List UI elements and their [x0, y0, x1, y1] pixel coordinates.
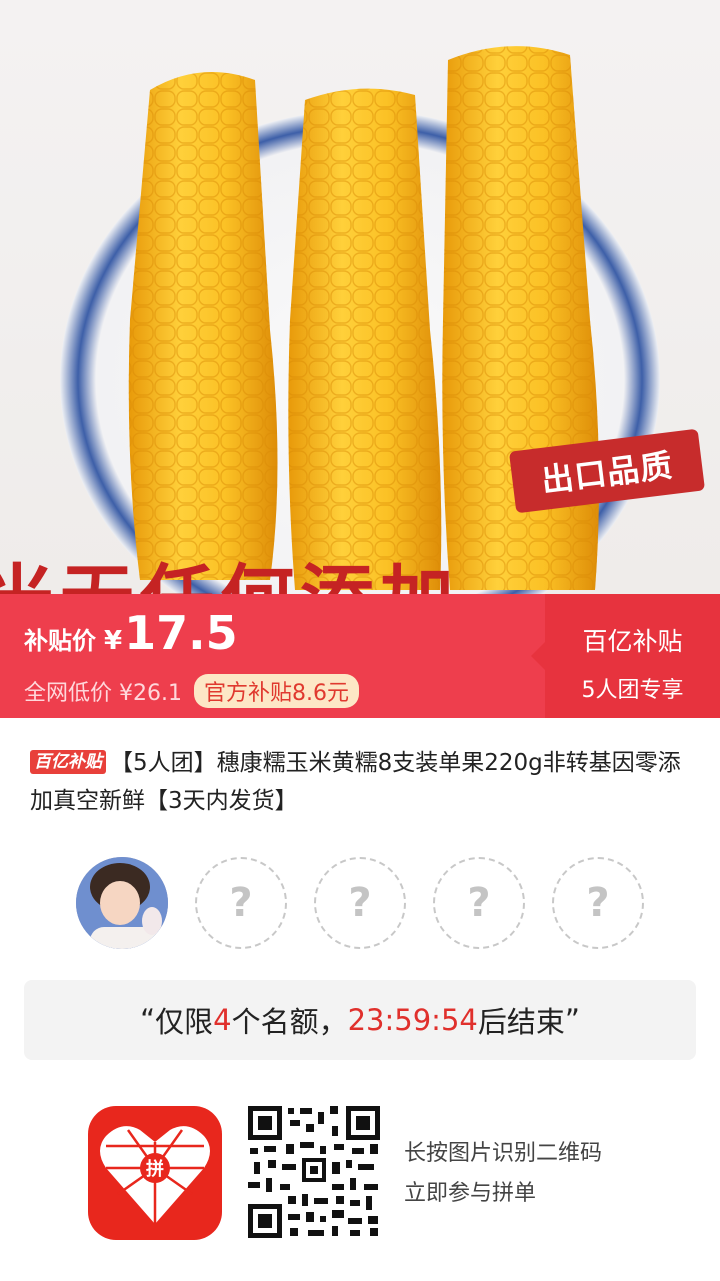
- qr-hint-line1: 长按图片识别二维码: [404, 1141, 603, 1166]
- billion-subsidy-tag: 百亿补贴: [30, 750, 106, 774]
- currency-symbol: ¥: [104, 626, 123, 656]
- qr-hint: 长按图片识别二维码 立即参与拼单: [404, 1134, 602, 1214]
- subsidy-program-panel: 百亿补贴 5人团专享: [531, 594, 720, 718]
- empty-slot[interactable]: ?: [195, 857, 287, 949]
- qr-code-icon: [246, 1104, 382, 1240]
- pinduoduo-logo: 拼: [88, 1106, 222, 1240]
- countdown-prefix: 仅限: [155, 1005, 214, 1039]
- countdown-banner: “仅限 4 个名额， 23:59:54 后结束”: [24, 980, 696, 1060]
- countdown-suffix: 后结束: [477, 1005, 565, 1039]
- product-hero-image: 出口品质 米无任何添加: [0, 0, 720, 594]
- corn-illustration: [60, 46, 660, 594]
- original-price: 全网低价 ¥26.1: [24, 681, 182, 706]
- countdown-middle: 个名额，: [231, 1005, 348, 1039]
- countdown-timer: 23:59:54: [347, 1003, 478, 1037]
- logo-character: 拼: [146, 1158, 164, 1180]
- close-quote: ”: [564, 1003, 580, 1037]
- program-group-size: 5人团专享: [581, 678, 684, 703]
- corn-cob-1: [128, 72, 278, 580]
- qr-code[interactable]: [246, 1104, 382, 1240]
- hero-caption: 米无任何添加: [0, 540, 460, 594]
- program-name: 百亿补贴: [582, 627, 683, 656]
- product-title-text: 【5人团】穗康糯玉米黄糯8支装单果220g非转基因零添加真空新鲜【3天内发货】: [30, 750, 681, 814]
- product-title: 百亿补贴 【5人团】穗康糯玉米黄糯8支装单果220g非转基因零添加真空新鲜【3天内…: [30, 744, 694, 820]
- price-bar: 补贴价 ¥ 17.5 全网低价 ¥26.1 官方补贴8.6元 百亿补贴 5人团专…: [0, 594, 720, 718]
- subsidy-price-label: 补贴价: [24, 627, 96, 655]
- price-info: 补贴价 ¥ 17.5 全网低价 ¥26.1 官方补贴8.6元: [24, 606, 359, 708]
- user-avatar-icon: [76, 857, 168, 949]
- empty-slot[interactable]: ?: [552, 857, 644, 949]
- empty-slot[interactable]: ?: [314, 857, 406, 949]
- open-quote: “: [140, 1003, 156, 1037]
- corn-cob-2: [288, 88, 442, 591]
- empty-slot[interactable]: ?: [433, 857, 525, 949]
- subsidy-price-value: 17.5: [124, 606, 238, 660]
- qr-hint-line2: 立即参与拼单: [404, 1181, 537, 1206]
- remaining-count: 4: [213, 1003, 232, 1037]
- avatar[interactable]: [76, 857, 168, 949]
- official-subsidy-badge: 官方补贴8.6元: [193, 674, 359, 708]
- group-members: ? ? ? ?: [76, 857, 644, 949]
- heart-logo-icon: 拼: [100, 1126, 210, 1224]
